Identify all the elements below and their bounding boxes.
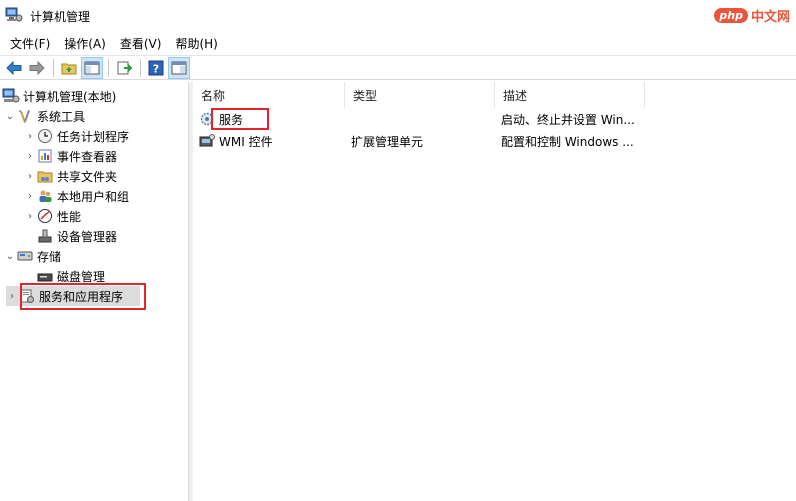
tree-item-label: 任务计划程序 [57,129,130,144]
toolbar: ? [0,55,796,80]
column-header-type[interactable]: 类型 [345,82,495,108]
list-cell-type: 扩展管理单元 [351,134,424,149]
show-hide-action-pane-icon[interactable] [168,56,190,79]
tree-item-label: 系统工具 [37,109,86,124]
tree-item-label: 存储 [37,249,62,264]
chevron-right-icon[interactable]: › [24,126,36,146]
navigation-tree: 计算机管理(本地) ⌄ 系统工具 › 任务计划程序 › 事件查看器 › 共享文件… [0,82,189,501]
toolbar-separator [108,58,109,77]
tree-item-label: 共享文件夹 [57,169,118,184]
storage-icon [16,248,34,264]
up-folder-icon[interactable] [58,57,80,79]
title-bar: 计算机管理 php 中文网 [0,0,796,31]
clock-icon [36,128,54,144]
tree-item-label: 事件查看器 [57,149,118,164]
menu-action[interactable]: 操作(A) [60,35,110,52]
window-title: 计算机管理 [30,10,91,24]
list-cell-description: 配置和控制 Windows ... [501,134,634,149]
tree-item-shared-folders[interactable]: › 共享文件夹 [24,166,117,186]
performance-icon [36,208,54,224]
forward-icon[interactable] [26,57,48,79]
chevron-down-icon[interactable]: ⌄ [4,246,16,266]
tree-item-device-manager[interactable]: 设备管理器 [36,226,117,246]
device-manager-icon [36,228,54,244]
tree-item-label: 性能 [57,209,82,224]
tree-item-storage[interactable]: ⌄ 存储 [4,246,61,266]
highlight-frame [211,108,269,130]
menu-file[interactable]: 文件(F) [6,35,54,52]
show-hide-tree-icon[interactable] [81,56,103,79]
event-viewer-icon [36,148,54,164]
svg-text:?: ? [153,62,159,75]
menu-bar: 文件(F) 操作(A) 查看(V) 帮助(H) [0,31,796,55]
tools-icon [16,108,34,124]
tree-item-label: 计算机管理(本地) [23,89,117,104]
tree-item-task-scheduler[interactable]: › 任务计划程序 [24,126,129,146]
watermark-text: 中文网 [750,9,790,25]
column-header-description[interactable]: 描述 [495,82,645,108]
list-item[interactable]: WMI 控件 扩展管理单元 配置和控制 Windows ... [193,131,796,151]
chevron-right-icon[interactable]: › [24,206,36,226]
list-item[interactable]: 服务 启动、终止并设置 Win... [193,109,796,129]
chevron-right-icon[interactable]: › [6,286,18,306]
tree-item-system-tools[interactable]: ⌄ 系统工具 [4,106,85,126]
tree-item-label: 磁盘管理 [57,269,106,284]
wmi-icon [198,133,215,149]
list-item-label: WMI 控件 [219,134,273,149]
back-icon[interactable] [3,57,25,79]
list-cell-name: WMI 控件 [198,131,343,151]
tree-item-label: 设备管理器 [57,229,118,244]
list-header: 名称 类型 描述 [193,82,796,108]
tree-item-performance[interactable]: › 性能 [24,206,81,226]
computer-management-icon [2,88,20,104]
menu-help[interactable]: 帮助(H) [171,35,221,52]
help-icon[interactable]: ? [145,57,167,79]
toolbar-separator [140,58,141,77]
detail-list: 名称 类型 描述 服务 启动、终止并设置 Win... WMI 控件 扩展管理单… [193,82,796,501]
users-icon [36,188,54,204]
chevron-right-icon[interactable]: › [24,146,36,166]
disk-icon [36,268,54,284]
tree-item-root[interactable]: 计算机管理(本地) [2,86,116,106]
shared-folder-icon [36,168,54,184]
toolbar-separator [53,58,54,77]
list-cell-description: 启动、终止并设置 Win... [501,112,635,127]
list-cell-type [351,109,491,129]
computer-management-icon [5,7,23,23]
menu-view[interactable]: 查看(V) [116,35,166,52]
tree-item-label: 本地用户和组 [57,189,130,204]
export-list-icon[interactable] [113,57,135,79]
chevron-down-icon[interactable]: ⌄ [4,106,16,126]
chevron-right-icon[interactable]: › [24,186,36,206]
watermark: php 中文网 [714,4,790,26]
tree-item-event-viewer[interactable]: › 事件查看器 [24,146,117,166]
highlight-frame [20,283,146,310]
watermark-logo: php [714,7,748,23]
tree-item-local-users[interactable]: › 本地用户和组 [24,186,129,206]
chevron-right-icon[interactable]: › [24,166,36,186]
column-header-name[interactable]: 名称 [193,82,345,108]
